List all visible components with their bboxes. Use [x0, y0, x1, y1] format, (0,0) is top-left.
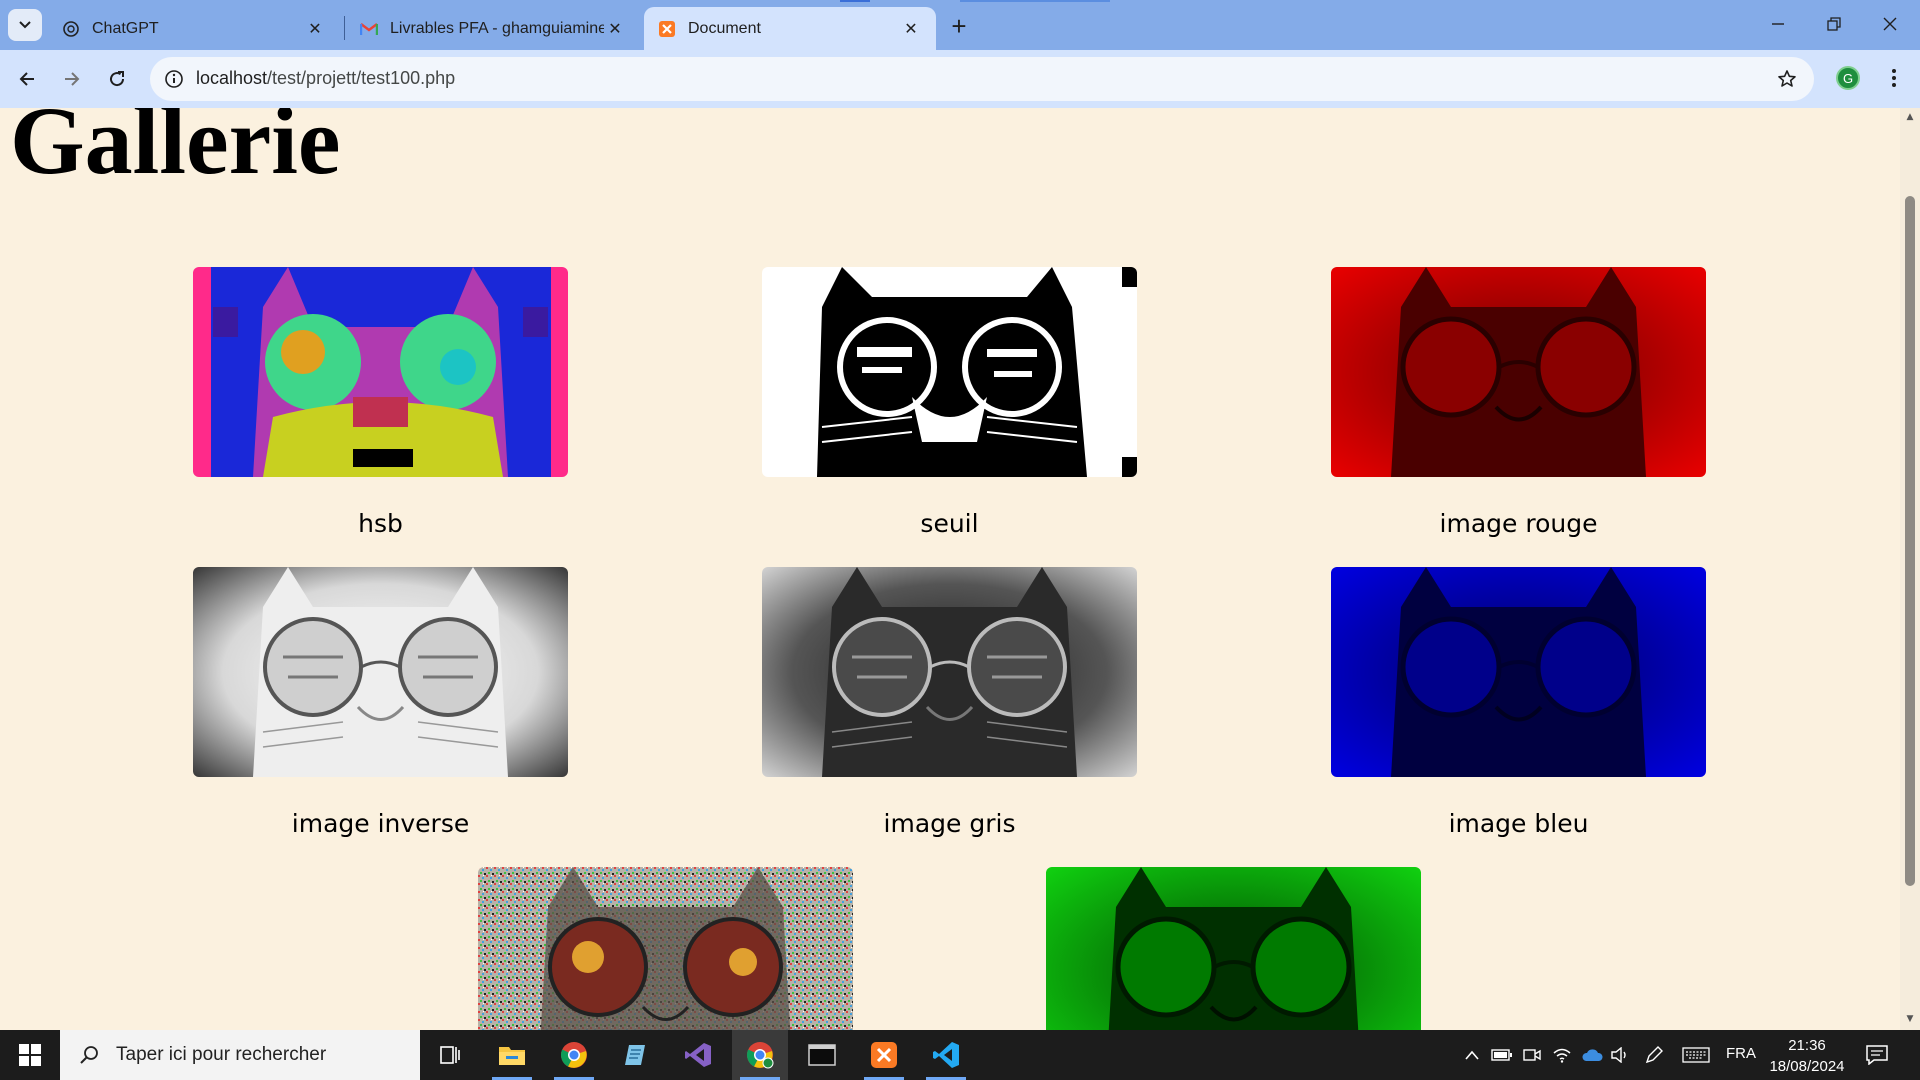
- notification-icon[interactable]: [1864, 1042, 1890, 1068]
- tab-search-button[interactable]: [8, 9, 42, 41]
- image-vert: [1046, 867, 1421, 1030]
- bookmark-star-icon[interactable]: [1774, 66, 1800, 92]
- gallery-item-rouge: image rouge: [1331, 267, 1706, 538]
- image-bruit: [478, 867, 853, 1030]
- clock-date: 18/08/2024: [1769, 1058, 1845, 1075]
- image-seuil: [762, 267, 1137, 477]
- image-caption: seuil: [920, 509, 979, 538]
- restore-icon: [1827, 17, 1841, 31]
- gallery-item-bleu: image bleu: [1331, 567, 1706, 838]
- taskbar-clock[interactable]: 21:36 18/08/2024: [1766, 1035, 1848, 1077]
- image-caption: hsb: [358, 509, 403, 538]
- url-text[interactable]: localhost/test/projett/test100.php: [196, 68, 455, 89]
- minimize-button[interactable]: [1750, 0, 1806, 48]
- tab-title: ChatGPT: [92, 19, 159, 37]
- arrow-right-icon: [65, 72, 80, 86]
- close-icon: [1883, 17, 1897, 31]
- windows-logo-icon: [19, 1044, 41, 1066]
- minimize-icon: [1772, 23, 1784, 25]
- gallery-item-seuil: seuil: [762, 267, 1137, 538]
- gallery-item-vert: [1046, 867, 1421, 1030]
- wifi-icon[interactable]: [1550, 1043, 1574, 1067]
- more-menu-icon[interactable]: [1880, 64, 1908, 92]
- image-gris: [762, 567, 1137, 777]
- notepad-icon[interactable]: [608, 1030, 664, 1080]
- close-tab-icon[interactable]: ✕: [304, 18, 326, 40]
- forward-button[interactable]: [54, 61, 90, 97]
- tab-loading-indicator: [960, 0, 1110, 2]
- image-hsb: [193, 267, 568, 477]
- search-placeholder: Taper ici pour rechercher: [116, 1044, 327, 1065]
- site-info-icon[interactable]: [160, 65, 188, 93]
- tab-title: Document: [688, 19, 761, 37]
- scrollbar-thumb[interactable]: [1905, 196, 1915, 886]
- chrome-profile-icon[interactable]: [732, 1030, 788, 1080]
- tab-livrables[interactable]: Livrables PFA - ghamguiamine6 ✕: [346, 7, 640, 50]
- gallery-item-hsb: hsb: [193, 267, 568, 538]
- pen-icon[interactable]: [1642, 1043, 1666, 1067]
- image-caption: image inverse: [291, 809, 470, 838]
- back-button[interactable]: [9, 61, 45, 97]
- new-tab-button[interactable]: +: [944, 11, 974, 41]
- image-caption: image bleu: [1448, 809, 1589, 838]
- taskbar-search-box[interactable]: Taper ici pour rechercher: [60, 1030, 420, 1080]
- windows-taskbar: Taper ici pour rechercher FRA 21:36 18/0…: [0, 1030, 1920, 1080]
- image-bleu: [1331, 567, 1706, 777]
- task-view-icon[interactable]: [422, 1030, 478, 1080]
- clock-time: 21:36: [1788, 1037, 1826, 1054]
- tab-title: Livrables PFA - ghamguiamine6: [390, 19, 604, 37]
- page-title: Gallerie: [10, 108, 341, 194]
- restore-button[interactable]: [1806, 0, 1862, 48]
- input-language[interactable]: FRA: [1726, 1045, 1756, 1062]
- terminal-icon[interactable]: [794, 1030, 850, 1080]
- page-scrollbar[interactable]: ▲ ▼: [1900, 108, 1920, 1030]
- image-caption: image rouge: [1439, 509, 1598, 538]
- volume-icon[interactable]: [1608, 1043, 1632, 1067]
- tab-divider: [344, 16, 345, 40]
- close-tab-icon[interactable]: ✕: [900, 18, 922, 40]
- image-caption: image gris: [883, 809, 1016, 838]
- search-icon: [74, 1045, 104, 1065]
- file-explorer-icon[interactable]: [484, 1030, 540, 1080]
- image-rouge: [1331, 267, 1706, 477]
- scroll-up-arrow-icon[interactable]: ▲: [1905, 112, 1915, 122]
- xampp-icon: [658, 20, 676, 38]
- close-window-button[interactable]: [1862, 0, 1918, 48]
- keyboard-icon[interactable]: [1680, 1043, 1712, 1067]
- start-button[interactable]: [0, 1030, 60, 1080]
- arrow-left-icon: [19, 72, 34, 86]
- vscode-icon[interactable]: [918, 1030, 974, 1080]
- xampp-icon[interactable]: [856, 1030, 912, 1080]
- browser-toolbar: localhost/test/projett/test100.php G: [0, 50, 1920, 108]
- visual-studio-icon[interactable]: [670, 1030, 726, 1080]
- close-tab-icon[interactable]: ✕: [604, 18, 626, 40]
- profile-avatar[interactable]: G: [1836, 66, 1860, 90]
- reload-button[interactable]: [99, 61, 135, 97]
- reload-icon: [110, 71, 125, 87]
- chatgpt-icon: [62, 20, 80, 38]
- chrome-icon[interactable]: [546, 1030, 602, 1080]
- tab-chatgpt[interactable]: ChatGPT ✕: [48, 7, 340, 50]
- page-viewport: Gallerie hsb seuil image rouge image inv…: [0, 108, 1900, 1030]
- chevron-up-icon[interactable]: [1460, 1043, 1484, 1067]
- gmail-icon: [360, 20, 378, 38]
- camera-icon[interactable]: [1520, 1043, 1544, 1067]
- scroll-down-arrow-icon[interactable]: ▼: [1905, 1014, 1915, 1024]
- gallery-item-inverse: image inverse: [193, 567, 568, 838]
- onedrive-icon[interactable]: [1580, 1043, 1604, 1067]
- battery-icon[interactable]: [1490, 1043, 1514, 1067]
- tab-strip: ChatGPT ✕ Livrables PFA - ghamguiamine6 …: [0, 0, 1920, 50]
- tab-loading-indicator: [840, 0, 870, 2]
- image-inverse: [193, 567, 568, 777]
- gallery-item-bruit: [478, 867, 853, 1030]
- url-path: /test/projett/test100.php: [267, 68, 456, 88]
- gallery-item-gris: image gris: [762, 567, 1137, 838]
- chevron-down-icon: [19, 21, 31, 29]
- url-host: localhost: [196, 68, 268, 88]
- tab-document[interactable]: Document ✕: [644, 7, 936, 50]
- address-bar[interactable]: localhost/test/projett/test100.php: [150, 57, 1814, 101]
